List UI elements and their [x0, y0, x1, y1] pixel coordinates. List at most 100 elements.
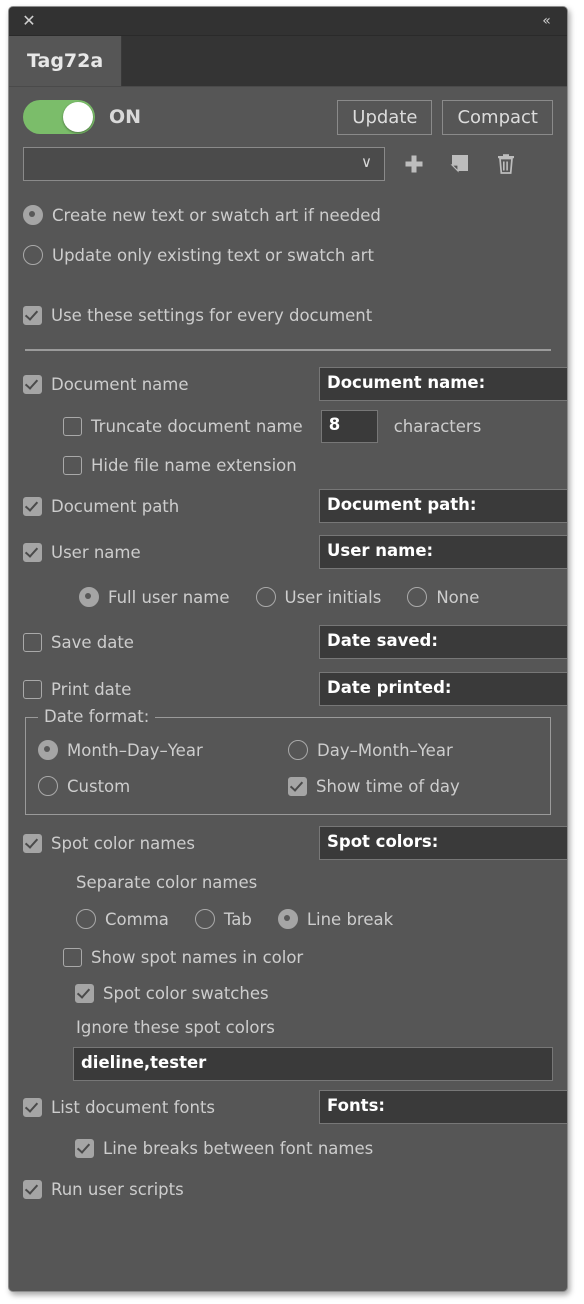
option-custom[interactable]: Custom: [38, 768, 288, 804]
row-spot-color-names: Spot color names Spot colors:: [23, 821, 567, 865]
radio-none[interactable]: [407, 587, 428, 607]
checkbox-line-breaks-between-fonts[interactable]: [75, 1138, 94, 1158]
label-every-document: Use these settings for every document: [51, 305, 373, 325]
checkbox-document-path[interactable]: [23, 496, 42, 516]
option-user-initials[interactable]: User initials: [255, 587, 382, 607]
label-user-initials: User initials: [284, 587, 382, 607]
duplicate-icon: [450, 155, 468, 173]
date-format-fieldset: Date format: Month–Day–Year Day–Month–Ye…: [25, 707, 551, 815]
row-separate-color-names: Separate color names: [76, 865, 553, 899]
radio-month-day-year[interactable]: [38, 740, 58, 760]
tab-tag72a[interactable]: Tag72a: [9, 36, 123, 86]
checkbox-show-spot-names-in-color[interactable]: [63, 947, 82, 967]
input-date-printed[interactable]: Date printed:: [319, 672, 567, 706]
duplicate-preset-button[interactable]: [443, 148, 477, 180]
radio-create-new[interactable]: [23, 205, 43, 225]
checkbox-print-date[interactable]: [23, 679, 42, 699]
power-toggle[interactable]: [23, 100, 95, 134]
input-spot-colors[interactable]: Spot colors:: [319, 826, 567, 860]
option-day-month-year[interactable]: Day–Month–Year: [288, 732, 538, 768]
row-document-path: Document path Document path:: [23, 483, 567, 529]
row-truncate-document-name: Truncate document name 8 characters: [63, 405, 553, 447]
label-ignore-spot-colors: Ignore these spot colors: [76, 1017, 275, 1037]
plus-icon: [405, 155, 423, 173]
toolbar-row: ON Update Compact: [23, 87, 553, 143]
label-custom: Custom: [67, 776, 131, 796]
option-full-user-name[interactable]: Full user name: [79, 587, 230, 607]
label-truncate-document-name: Truncate document name: [91, 416, 303, 436]
collapse-panel-icon[interactable]: «: [535, 11, 557, 31]
label-save-date: Save date: [51, 632, 134, 652]
radio-user-initials[interactable]: [255, 587, 276, 607]
label-comma: Comma: [105, 909, 169, 929]
title-bar: ✕ «: [9, 7, 567, 36]
label-full-user-name: Full user name: [108, 587, 230, 607]
label-none: None: [436, 587, 480, 607]
preset-row: ∨: [23, 143, 553, 185]
label-list-document-fonts: List document fonts: [51, 1097, 216, 1117]
checkbox-save-date[interactable]: [23, 632, 42, 652]
row-list-document-fonts: List document fonts Fonts:: [23, 1085, 567, 1129]
input-ignore-spot-colors[interactable]: dieline,tester: [73, 1047, 553, 1081]
radio-day-month-year[interactable]: [288, 740, 308, 760]
radio-tab[interactable]: [194, 909, 215, 929]
radio-full-user-name[interactable]: [79, 587, 99, 607]
row-document-name: Document name Document name:: [23, 363, 567, 405]
option-show-time-of-day[interactable]: Show time of day: [288, 768, 538, 804]
update-button[interactable]: Update: [337, 99, 433, 135]
trash-icon: [498, 154, 514, 174]
checkbox-document-name[interactable]: [23, 374, 42, 394]
preset-select[interactable]: ∨: [23, 147, 385, 181]
label-spot-color-swatches: Spot color swatches: [103, 983, 269, 1003]
row-run-user-scripts: Run user scripts: [23, 1167, 553, 1211]
chevron-down-icon: ∨: [361, 153, 372, 171]
row-show-spot-names-in-color: Show spot names in color: [63, 939, 553, 975]
checkbox-truncate-document-name[interactable]: [63, 416, 82, 436]
label-print-date: Print date: [51, 679, 132, 699]
row-hide-file-extension: Hide file name extension: [63, 447, 553, 483]
add-preset-button[interactable]: [397, 148, 431, 180]
option-none[interactable]: None: [407, 587, 479, 607]
checkbox-user-name[interactable]: [23, 542, 42, 562]
row-line-breaks-between-fonts: Line breaks between font names: [75, 1129, 553, 1167]
section-divider: [25, 349, 551, 351]
checkbox-show-time-of-day[interactable]: [288, 776, 307, 796]
panel-body: ON Update Compact ∨ Create new text or s…: [9, 87, 567, 1211]
input-date-saved[interactable]: Date saved:: [319, 625, 567, 659]
date-format-legend: Date format:: [38, 707, 156, 726]
label-document-path: Document path: [51, 496, 180, 516]
radio-custom[interactable]: [38, 776, 58, 796]
option-line-break[interactable]: Line break: [277, 909, 393, 929]
date-format-options: Month–Day–Year Day–Month–Year Custom Sho…: [38, 722, 538, 804]
label-month-day-year: Month–Day–Year: [67, 740, 203, 760]
input-truncate-characters[interactable]: 8: [320, 409, 378, 443]
checkbox-every-document[interactable]: [23, 305, 42, 325]
input-fonts[interactable]: Fonts:: [319, 1090, 567, 1124]
option-tab[interactable]: Tab: [194, 909, 252, 929]
option-comma[interactable]: Comma: [76, 909, 169, 929]
radio-line-break[interactable]: [277, 909, 298, 929]
row-ignore-spot-colors-label: Ignore these spot colors: [76, 1011, 553, 1043]
checkbox-list-document-fonts[interactable]: [23, 1097, 42, 1117]
delete-preset-button[interactable]: [489, 148, 523, 180]
tab-strip: Tag72a: [9, 36, 567, 87]
row-separator-options: Comma Tab Line break: [76, 899, 553, 939]
checkbox-spot-color-swatches[interactable]: [75, 983, 94, 1003]
checkbox-hide-file-extension[interactable]: [63, 455, 82, 475]
radio-update-only[interactable]: [23, 245, 43, 265]
label-hide-file-extension: Hide file name extension: [91, 455, 297, 475]
row-every-document: Use these settings for every document: [23, 295, 553, 335]
input-document-path[interactable]: Document path:: [319, 489, 567, 523]
label-line-breaks-between-fonts: Line breaks between font names: [103, 1138, 374, 1158]
radio-comma[interactable]: [76, 909, 96, 929]
input-document-name[interactable]: Document name:: [319, 367, 567, 401]
option-month-day-year[interactable]: Month–Day–Year: [38, 732, 288, 768]
close-icon[interactable]: ✕: [19, 11, 39, 31]
row-save-date: Save date Date saved:: [23, 619, 567, 665]
checkbox-spot-color-names[interactable]: [23, 833, 42, 853]
label-run-user-scripts: Run user scripts: [51, 1179, 184, 1199]
checkbox-run-user-scripts[interactable]: [23, 1179, 42, 1199]
tab-label: Tag72a: [27, 50, 104, 72]
input-user-name[interactable]: User name:: [319, 535, 567, 569]
compact-button[interactable]: Compact: [442, 99, 553, 135]
